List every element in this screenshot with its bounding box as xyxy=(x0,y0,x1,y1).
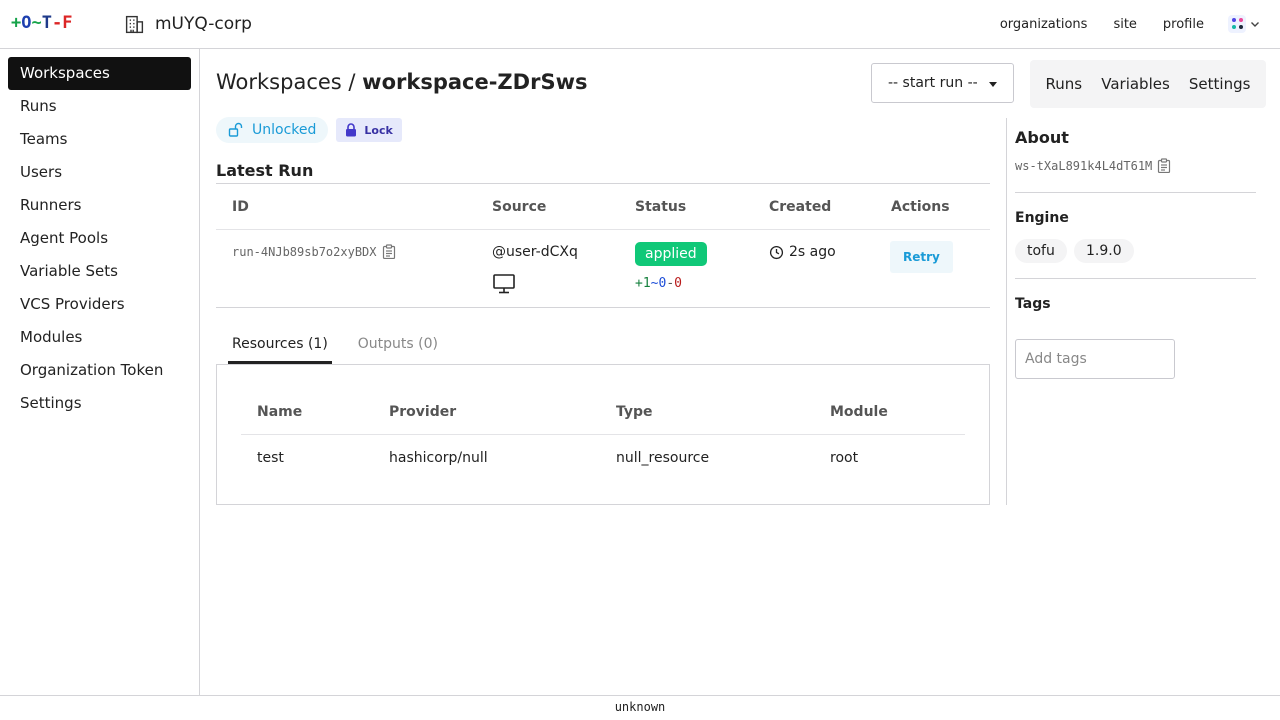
workspace-nav: Runs Variables Settings xyxy=(1030,60,1266,108)
res-col-type: Type xyxy=(616,404,653,420)
sidebar-item-agent-pools[interactable]: Agent Pools xyxy=(8,222,191,255)
col-header-actions: Actions xyxy=(891,199,950,215)
resource-module: root xyxy=(830,450,859,466)
run-status-badge: applied xyxy=(635,242,707,266)
resource-provider: hashicorp/null xyxy=(389,450,488,466)
diff-destroy: 0 xyxy=(674,276,682,291)
organization-name: mUYQ-corp xyxy=(155,14,252,34)
created-cell: 2s ago xyxy=(769,244,836,260)
nav-site-link[interactable]: site xyxy=(1113,17,1136,32)
col-header-created: Created xyxy=(769,199,832,215)
lock-button[interactable]: Lock xyxy=(336,118,402,142)
run-id-cell: run-4NJb89sb7o2xyBDX xyxy=(232,244,396,259)
clipboard-icon[interactable] xyxy=(382,244,396,259)
top-nav: organizations site profile xyxy=(974,0,1280,48)
palette-icon xyxy=(1228,15,1246,33)
nav-profile-link[interactable]: profile xyxy=(1163,17,1204,32)
divider xyxy=(1015,192,1256,193)
logo-o: O xyxy=(21,13,32,33)
sidebar-item-variable-sets[interactable]: Variable Sets xyxy=(8,255,191,288)
sidebar-item-workspaces[interactable]: Workspaces xyxy=(8,57,191,90)
divider xyxy=(241,434,965,435)
desktop-icon xyxy=(493,274,515,294)
footer-version: unknown xyxy=(0,695,1280,720)
engine-name-chip: tofu xyxy=(1015,239,1067,263)
sidebar-item-settings[interactable]: Settings xyxy=(8,387,191,420)
resource-tabs: Resources (1) Outputs (0) xyxy=(228,334,464,364)
latest-run-heading: Latest Run xyxy=(216,161,314,180)
clock-icon xyxy=(769,245,784,259)
logo-t: T xyxy=(41,13,52,33)
sidebar-item-runners[interactable]: Runners xyxy=(8,189,191,222)
workspace-id-text: ws-tXaL891k4L4dT61M xyxy=(1015,158,1153,173)
unlock-icon xyxy=(228,122,243,137)
workspace-id: ws-tXaL891k4L4dT61M xyxy=(1015,158,1171,173)
clipboard-icon[interactable] xyxy=(1157,158,1171,173)
diff-add: +1 xyxy=(635,276,651,291)
diff-separator: - xyxy=(666,276,675,291)
sidebar-item-runs[interactable]: Runs xyxy=(8,90,191,123)
divider xyxy=(216,183,990,184)
sidebar-item-users[interactable]: Users xyxy=(8,156,191,189)
page-title: Workspaces / workspace-ZDrSws xyxy=(216,70,587,94)
col-header-id: ID xyxy=(232,199,249,215)
breadcrumb-separator: / xyxy=(341,70,363,94)
start-run-select[interactable]: -- start run -- xyxy=(871,63,1014,103)
sidebar-item-modules[interactable]: Modules xyxy=(8,321,191,354)
breadcrumb-workspaces-link[interactable]: Workspaces xyxy=(216,70,342,94)
resources-panel: Name Provider Type Module test hashicorp… xyxy=(216,364,990,505)
sidebar: Workspaces Runs Teams Users Runners Agen… xyxy=(0,49,200,695)
chevron-down-icon xyxy=(1251,22,1259,27)
col-header-status: Status xyxy=(635,199,687,215)
sidebar-item-vcs-providers[interactable]: VCS Providers xyxy=(8,288,191,321)
res-col-name: Name xyxy=(257,404,303,420)
ws-nav-settings[interactable]: Settings xyxy=(1189,75,1251,93)
ws-nav-variables[interactable]: Variables xyxy=(1101,75,1170,93)
res-col-module: Module xyxy=(830,404,888,420)
ws-nav-runs[interactable]: Runs xyxy=(1046,75,1083,93)
logo-dash: - xyxy=(52,13,63,33)
right-panel-divider xyxy=(1006,118,1007,505)
caret-down-icon xyxy=(989,82,997,87)
organization-link[interactable]: mUYQ-corp xyxy=(124,12,252,36)
top-bar: +O~T-F mUYQ-corp organizations site prof… xyxy=(0,0,1280,49)
resource-type: null_resource xyxy=(616,450,710,466)
lock-row: Unlocked Lock xyxy=(216,117,402,143)
about-heading: About xyxy=(1015,128,1069,147)
sidebar-item-teams[interactable]: Teams xyxy=(8,123,191,156)
divider xyxy=(1015,278,1256,279)
tab-outputs[interactable]: Outputs (0) xyxy=(354,334,442,364)
resource-name: test xyxy=(257,450,284,466)
engine-version-chip: 1.9.0 xyxy=(1074,239,1134,263)
lock-status-badge: Unlocked xyxy=(216,117,329,143)
created-time: 2s ago xyxy=(789,244,836,260)
lock-status-text: Unlocked xyxy=(252,122,317,138)
lock-icon xyxy=(346,123,357,137)
otf-logo[interactable]: +O~T-F xyxy=(11,13,73,33)
theme-selector-button[interactable] xyxy=(1228,15,1260,33)
col-header-source: Source xyxy=(492,199,547,215)
nav-organizations-link[interactable]: organizations xyxy=(1000,17,1088,32)
divider xyxy=(216,229,990,230)
diff-change: ~0 xyxy=(650,276,667,291)
source-user: @user-dCXq xyxy=(492,244,578,260)
res-col-provider: Provider xyxy=(389,404,457,420)
lock-button-label: Lock xyxy=(364,123,393,137)
logo-tilde: ~ xyxy=(31,13,42,33)
run-id-link[interactable]: run-4NJb89sb7o2xyBDX xyxy=(232,245,377,259)
tags-heading: Tags xyxy=(1015,296,1051,312)
resource-diff: +1~0-0 xyxy=(635,276,682,291)
start-run-label: -- start run -- xyxy=(888,75,978,91)
logo-plus: + xyxy=(11,13,22,33)
engine-heading: Engine xyxy=(1015,210,1069,226)
building-icon xyxy=(125,15,144,33)
logo-f: F xyxy=(62,13,73,33)
tab-resources[interactable]: Resources (1) xyxy=(228,334,332,364)
add-tags-input[interactable] xyxy=(1015,339,1175,379)
divider xyxy=(216,307,990,308)
workspace-name: workspace-ZDrSws xyxy=(362,70,588,94)
sidebar-item-organization-token[interactable]: Organization Token xyxy=(8,354,191,387)
retry-button[interactable]: Retry xyxy=(890,241,953,273)
